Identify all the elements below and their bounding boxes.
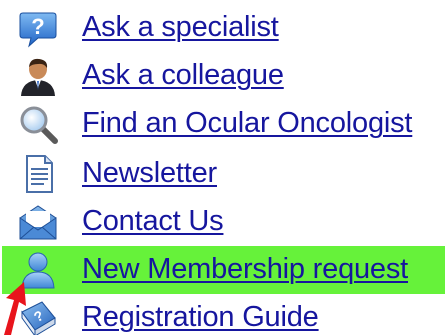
menu-item-label[interactable]: Contact Us — [82, 204, 224, 238]
menu-item-label[interactable]: Ask a specialist — [82, 10, 279, 44]
menu-item-label[interactable]: New Membership request — [82, 252, 408, 286]
menu-item-label[interactable]: Registration Guide — [82, 300, 319, 334]
menu-item-label[interactable]: Newsletter — [82, 156, 217, 190]
menu-item-contact-us[interactable]: Contact Us — [14, 198, 445, 246]
menu-item-ask-specialist[interactable]: ? Ask a specialist — [14, 4, 445, 52]
person-icon[interactable] — [18, 56, 58, 96]
svg-text:?: ? — [31, 14, 44, 39]
sidebar-menu: ? Ask a specialist Ask a colleague Find … — [0, 0, 445, 335]
envelope-icon[interactable] — [18, 202, 58, 242]
menu-item-ask-colleague[interactable]: Ask a colleague — [14, 52, 445, 100]
menu-item-label[interactable]: Find an Ocular Oncologist — [82, 106, 412, 140]
menu-item-newsletter[interactable]: Newsletter — [14, 150, 445, 198]
menu-item-label[interactable]: Ask a colleague — [82, 58, 284, 92]
menu-item-new-membership[interactable]: New Membership request — [2, 246, 445, 294]
magnifier-icon[interactable] — [18, 104, 58, 144]
help-speech-bubble-icon[interactable]: ? — [18, 8, 58, 48]
document-icon[interactable] — [18, 154, 58, 194]
menu-item-registration-guide[interactable]: ? Registration Guide — [14, 294, 445, 335]
menu-item-find-oncologist[interactable]: Find an Ocular Oncologist — [14, 100, 445, 148]
annotation-arrow-icon — [4, 282, 26, 335]
